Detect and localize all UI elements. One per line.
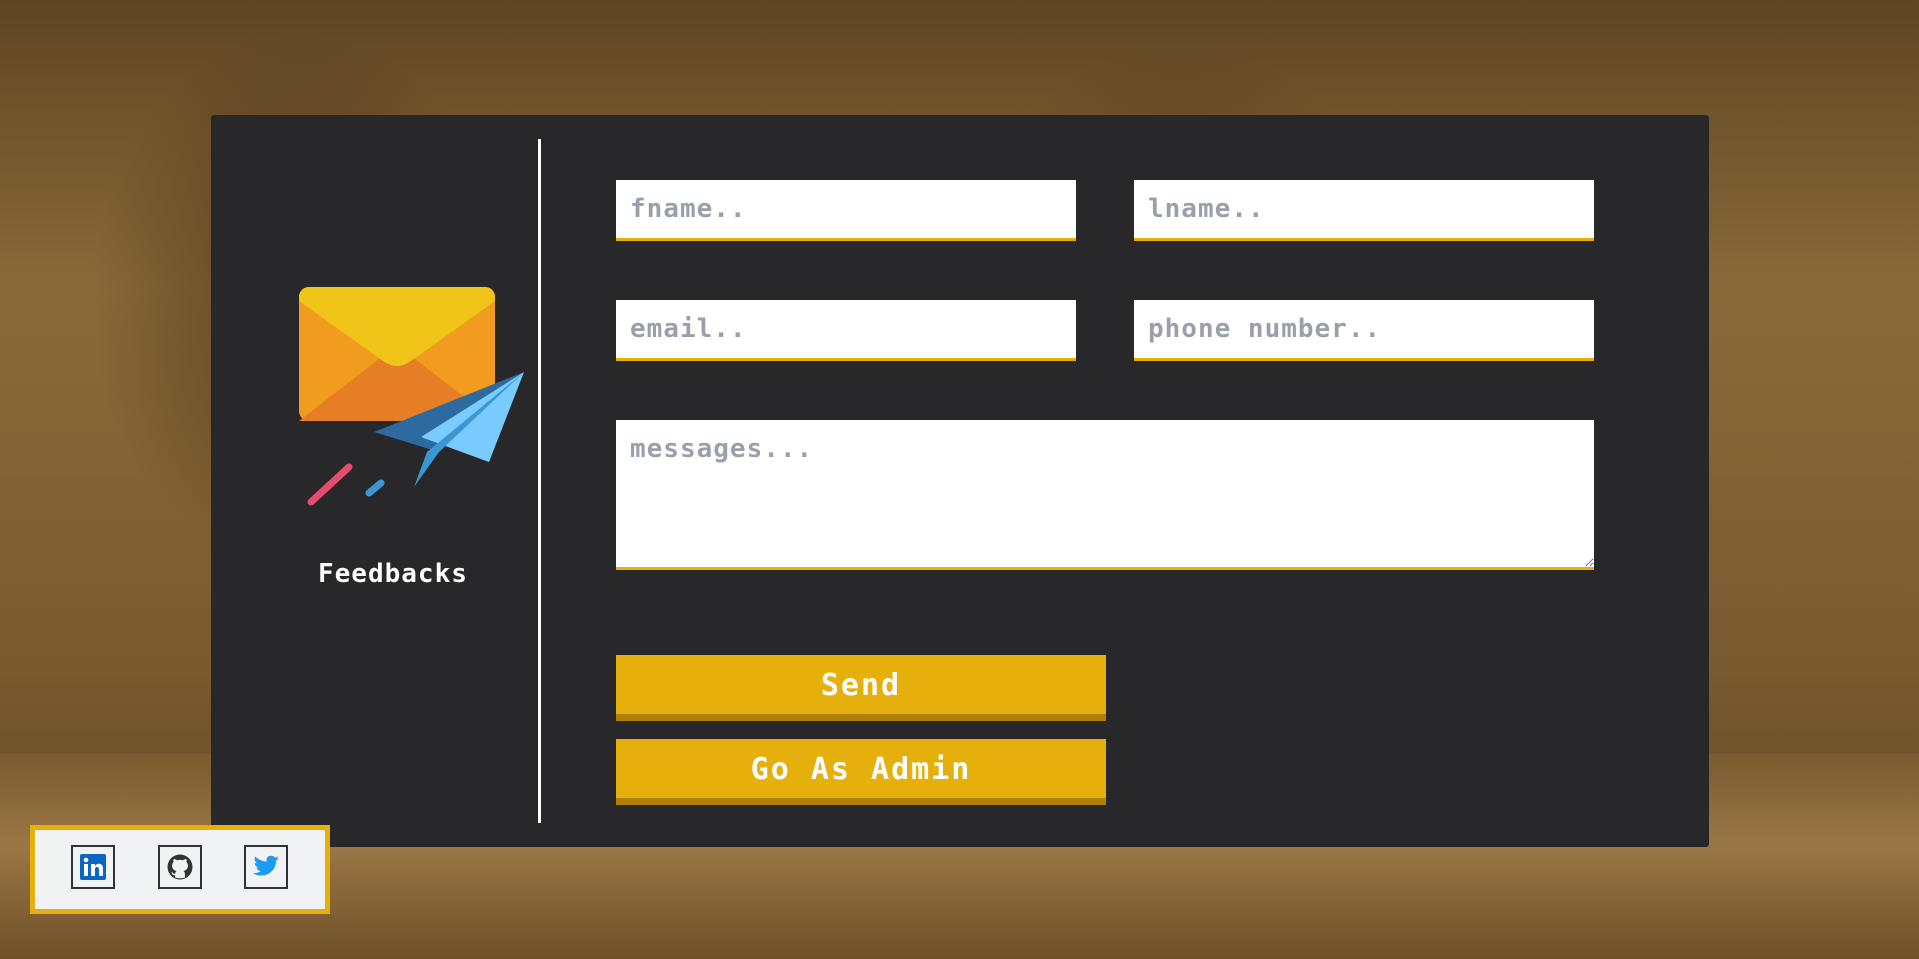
admin-button[interactable]: Go As Admin — [616, 739, 1106, 805]
first-name-input[interactable] — [616, 180, 1076, 241]
twitter-icon — [253, 855, 279, 876]
github-button[interactable] — [158, 845, 202, 889]
send-button[interactable]: Send — [616, 655, 1106, 721]
linkedin-icon — [80, 854, 106, 880]
vertical-divider — [538, 139, 541, 823]
email-input[interactable] — [616, 300, 1076, 361]
twitter-button[interactable] — [244, 845, 288, 889]
last-name-input[interactable] — [1134, 180, 1594, 241]
social-links — [30, 825, 330, 914]
brand-panel: Feedbacks — [211, 115, 539, 847]
phone-input[interactable] — [1134, 300, 1594, 361]
message-textarea[interactable] — [616, 420, 1594, 570]
feedback-card: Feedbacks Send Go As Admin — [211, 115, 1709, 847]
envelope-paper-plane-icon — [299, 287, 524, 506]
github-icon — [167, 854, 193, 880]
linkedin-button[interactable] — [71, 845, 115, 889]
brand-title: Feedbacks — [318, 559, 468, 589]
